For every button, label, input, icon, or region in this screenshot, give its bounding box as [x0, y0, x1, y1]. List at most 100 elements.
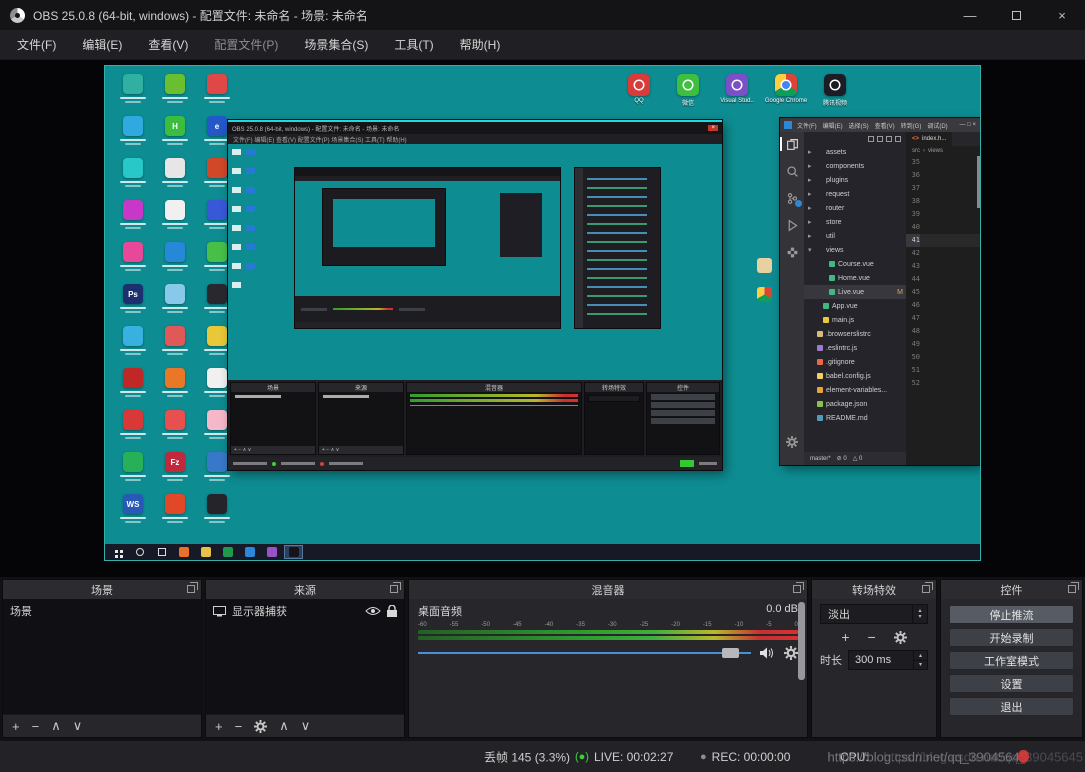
desktop-icon [154, 410, 196, 439]
scale-tick-label: -30 [608, 622, 617, 628]
control-button[interactable]: 退出 [949, 697, 1074, 716]
tree-item: ▸ assets [804, 145, 906, 159]
menu-item[interactable]: 帮助(H) [447, 36, 514, 53]
file-icon [817, 345, 823, 351]
duration-spinbox[interactable]: 300 ms ▴ ▾ [848, 650, 928, 670]
vscode-menu-item: 编辑(E) [823, 121, 843, 130]
taskbar-app-icon [174, 545, 193, 559]
file-icon [817, 219, 823, 225]
scenes-toolbar-button[interactable]: + [12, 719, 20, 734]
desktop-icon: WS [112, 494, 154, 523]
sources-toolbar-button[interactable]: − [235, 719, 243, 734]
menu-item[interactable]: 文件(F) [4, 36, 69, 53]
tree-item-label: .gitignore [826, 359, 855, 366]
menu-item[interactable]: 工具(T) [381, 36, 446, 53]
menu-item[interactable]: 配置文件(P) [201, 36, 291, 53]
live-throbber-icon: (●) [575, 751, 589, 763]
volume-meter-left [418, 630, 798, 634]
menu-item[interactable]: 场景集合(S) [291, 36, 381, 53]
vscode-menu-item: 文件(F) [797, 121, 817, 130]
scene-item[interactable]: 场景 [3, 599, 201, 623]
captured-topright-icons: QQ 微信 Visual Stud.. Google Chrome [621, 74, 853, 107]
add-transition-button[interactable]: + [841, 629, 849, 645]
transition-properties-gear-icon[interactable] [894, 631, 907, 644]
scale-tick-label: -20 [671, 622, 680, 628]
control-button[interactable]: 设置 [949, 674, 1074, 693]
menu-item[interactable]: 查看(V) [135, 36, 201, 53]
sources-toolbar-button[interactable]: + [215, 719, 223, 734]
visibility-eye-icon[interactable] [365, 606, 381, 616]
scale-tick-label: -35 [576, 622, 585, 628]
speaker-icon[interactable] [760, 647, 775, 659]
desktop-icon-glyph [207, 284, 227, 304]
scenes-toolbar-button[interactable]: − [32, 719, 40, 734]
lock-icon[interactable] [387, 605, 397, 617]
desktop-icon [112, 452, 154, 481]
popout-icon[interactable] [922, 585, 930, 593]
source-item[interactable]: 显示器捕获 [206, 599, 404, 623]
tree-item-label: Live.vue [838, 289, 864, 296]
mixer-scrollbar[interactable] [798, 602, 805, 680]
captured-panel-transitions: 转场特效 [584, 382, 644, 455]
popout-icon[interactable] [187, 585, 195, 593]
popout-icon[interactable] [1068, 585, 1076, 593]
transition-select[interactable]: 淡出 ▴ ▾ [820, 604, 928, 624]
folder-icon [757, 258, 772, 273]
tree-item: README.md [804, 411, 906, 425]
taskbar-app-icon [240, 545, 259, 559]
captured-obs-window-level4 [323, 189, 445, 265]
file-icon [817, 387, 823, 393]
sources-toolbar-button[interactable]: ∧ [279, 718, 289, 734]
scenes-toolbar-button[interactable]: ∧ [51, 718, 61, 734]
spin-arrows-icon[interactable]: ▴ ▾ [913, 651, 927, 669]
desktop-icon [154, 242, 196, 271]
desktop-icon-glyph: H [165, 116, 185, 136]
scale-tick-label: -60 [418, 622, 427, 628]
popout-icon[interactable] [390, 585, 398, 593]
close-button[interactable]: × [1039, 0, 1085, 30]
source-properties-gear-icon[interactable] [254, 720, 267, 733]
menu-item[interactable]: 编辑(E) [69, 36, 135, 53]
tree-item-label: .eslintrc.js [826, 345, 857, 352]
line-number: 38 [906, 195, 920, 208]
line-number: 43 [906, 260, 920, 273]
qq-watermark-icon [1018, 750, 1029, 763]
desktop-icon-glyph [165, 326, 185, 346]
control-button[interactable]: 停止推流 [949, 605, 1074, 624]
scenes-toolbar-button[interactable]: ∨ [73, 718, 83, 734]
minimize-button[interactable]: — [947, 0, 993, 30]
tree-item: ▾ views [804, 243, 906, 257]
display-capture-source[interactable]: H e [105, 66, 980, 560]
desktop-icon-glyph [207, 242, 227, 262]
app-shortcut-icon: Visual Stud.. [719, 74, 755, 107]
desktop-icon [154, 158, 196, 187]
volume-slider-knob[interactable] [722, 648, 739, 658]
desktop-icon [154, 368, 196, 397]
volume-slider[interactable] [418, 652, 751, 654]
chrome-icon [757, 287, 772, 302]
desktop-icon-glyph [123, 368, 143, 388]
sources-list: 显示器捕获 [206, 599, 404, 714]
line-number: 48 [906, 325, 920, 338]
control-button[interactable]: 开始录制 [949, 628, 1074, 647]
file-icon [817, 177, 823, 183]
captured-vscode-mini [575, 168, 660, 328]
rec-time: REC: 00:00:00 [712, 750, 791, 764]
duration-value: 300 ms [855, 654, 891, 666]
desktop-icon-glyph [207, 74, 227, 94]
controls-buttons: 停止推流开始录制工作室模式设置退出 [941, 599, 1082, 737]
maximize-button[interactable] [993, 0, 1039, 30]
mixer-gear-icon[interactable] [784, 646, 798, 660]
tree-item-label: main.js [832, 317, 854, 324]
desktop-icon [154, 284, 196, 313]
remove-transition-button[interactable]: − [868, 629, 876, 645]
popout-icon[interactable] [793, 585, 801, 593]
combo-arrows-icon[interactable]: ▴ ▾ [912, 605, 927, 623]
task-view-icon [152, 545, 171, 559]
desktop-icon-glyph [165, 494, 185, 514]
sources-toolbar-button[interactable]: ∨ [301, 718, 311, 734]
desktop-icon-glyph [165, 242, 185, 262]
control-button[interactable]: 工作室模式 [949, 651, 1074, 670]
transitions-panel: 转场特效 淡出 ▴ ▾ + − 时长 300 ms ▴ [811, 579, 937, 738]
scale-tick-label: -50 [481, 622, 490, 628]
